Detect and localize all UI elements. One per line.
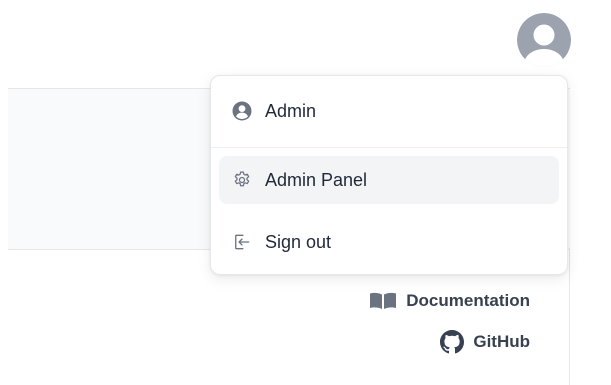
menu-item-label: Admin [265,100,317,121]
divider [569,248,570,385]
github-link[interactable]: GitHub [440,330,530,354]
menu-item-user[interactable]: Admin [219,87,559,135]
sign-out-icon [232,232,252,252]
menu-divider [211,147,567,148]
github-link-label: GitHub [473,332,530,351]
github-icon [440,330,465,354]
book-icon [369,292,397,310]
user-circle-icon [232,101,252,121]
menu-item-admin-panel[interactable]: Admin Panel [219,156,559,204]
menu-item-label: Sign out [265,231,332,252]
documentation-link[interactable]: Documentation [369,291,530,311]
user-avatar-button[interactable] [517,13,571,67]
user-dropdown-menu: Admin Admin Panel Sign out [210,75,568,275]
gear-icon [232,170,252,190]
menu-item-label: Admin Panel [265,169,368,190]
documentation-link-label: Documentation [406,291,530,310]
user-avatar-icon [517,13,571,67]
menu-item-sign-out[interactable]: Sign out [219,218,559,266]
